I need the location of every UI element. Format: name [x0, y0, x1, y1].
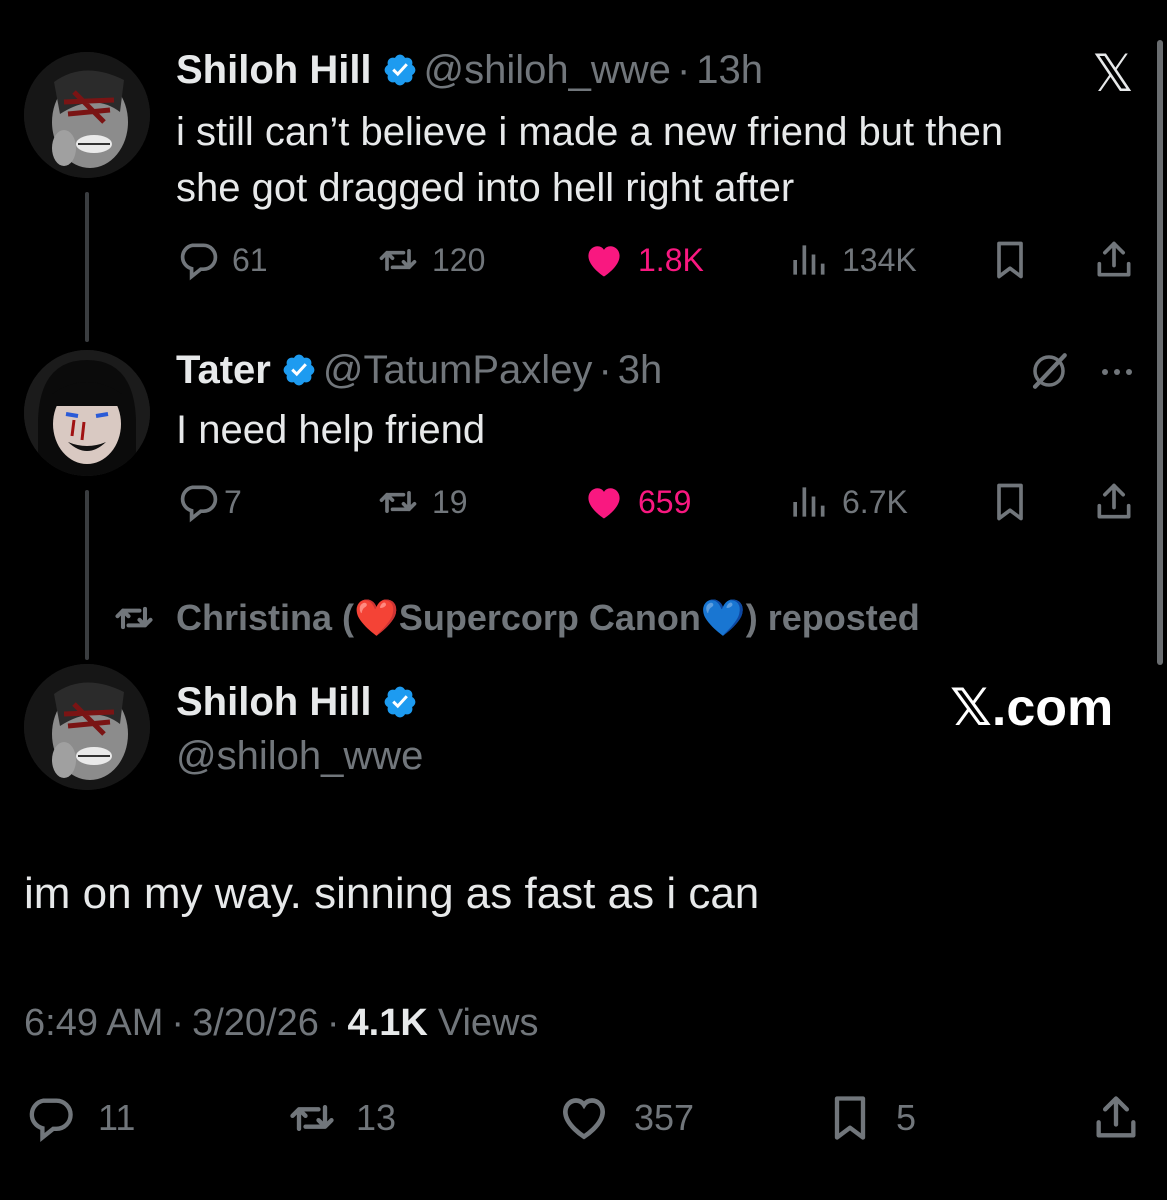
timestamp[interactable]: 13h [696, 48, 763, 93]
heart-icon [582, 480, 626, 524]
like-button[interactable]: 1.8K [582, 238, 704, 282]
views-button[interactable]: 6.7K [786, 480, 908, 524]
repost-icon [376, 238, 420, 282]
share-icon[interactable] [1090, 1092, 1142, 1144]
tweet-text: I need help friend [176, 408, 486, 452]
bookmark-count: 5 [896, 1097, 917, 1138]
repost-banner-middle: Supercorp Canon [398, 597, 701, 638]
tweet-date[interactable]: 3/20/26 [192, 1002, 319, 1045]
verified-icon [382, 684, 418, 720]
views-label: Views [437, 1001, 539, 1044]
bookmark-icon [824, 1092, 876, 1144]
repost-count: 13 [356, 1097, 397, 1138]
handle[interactable]: @TatumPaxley [323, 348, 593, 393]
reply-button[interactable]: 11 [24, 1092, 135, 1144]
scrollbar[interactable] [1157, 40, 1163, 665]
bookmark-icon[interactable] [988, 480, 1032, 524]
avatar-image [24, 664, 150, 790]
repost-count: 19 [432, 483, 468, 520]
tweet-time[interactable]: 6:49 AM [24, 1002, 163, 1045]
grok-icon[interactable] [1028, 350, 1070, 392]
like-count: 357 [634, 1097, 695, 1138]
repost-icon [112, 596, 156, 640]
repost-count: 120 [432, 241, 486, 278]
views-button[interactable]: 134K [786, 238, 917, 282]
reply-icon [176, 238, 220, 282]
verified-icon [281, 352, 317, 388]
blue-heart-emoji: 💙 [700, 597, 746, 638]
share-icon[interactable] [1092, 480, 1136, 524]
reply-icon [24, 1092, 76, 1144]
more-icon[interactable] [1096, 352, 1138, 392]
separator-dot: · [171, 1001, 185, 1044]
handle[interactable]: @shiloh_wwe [424, 48, 671, 93]
repost-button[interactable]: 13 [286, 1092, 396, 1144]
separator-dot: · [676, 47, 691, 92]
reply-button[interactable]: 61 [176, 238, 268, 282]
tweet-header: Tater @TatumPaxley · 3h [176, 344, 662, 396]
tweet-header: Shiloh Hill [176, 676, 424, 728]
like-button[interactable]: 357 [556, 1092, 694, 1144]
display-name[interactable]: Tater [176, 348, 271, 393]
avatar-image [24, 350, 150, 476]
views-icon [786, 238, 830, 282]
repost-banner-suffix: ) reposted [745, 597, 920, 638]
tweet-text: im on my way. sinning as fast as i can [24, 869, 760, 918]
repost-icon [286, 1092, 338, 1144]
red-heart-emoji: ❤️ [354, 597, 399, 638]
display-name[interactable]: Shiloh Hill [176, 680, 372, 725]
share-icon[interactable] [1092, 238, 1136, 282]
reply-icon [176, 480, 220, 524]
tweet-text: i still can’t believe i made a new frien… [176, 104, 1003, 216]
reply-count: 7 [224, 483, 242, 520]
repost-banner[interactable]: Christina ( ❤️ Supercorp Canon 💙 ) repos… [112, 594, 920, 642]
separator-dot: · [598, 347, 612, 392]
tweet-text-line: she got dragged into hell right after [176, 166, 795, 210]
repost-button[interactable]: 19 [376, 480, 468, 524]
reply-button[interactable]: 7 [176, 480, 242, 524]
views-count: 134K [842, 241, 917, 278]
avatar[interactable] [24, 52, 150, 178]
avatar-image [24, 52, 150, 178]
like-button[interactable]: 659 [582, 480, 691, 524]
display-name[interactable]: Shiloh Hill [176, 48, 372, 93]
like-count: 659 [638, 483, 692, 520]
repost-banner-prefix: Christina ( [176, 597, 355, 638]
repost-icon [376, 480, 420, 524]
heart-icon [556, 1090, 612, 1146]
views-count: 6.7K [842, 483, 908, 520]
thread-connector [85, 490, 89, 660]
x-logo-icon[interactable]: 𝕏 [1092, 48, 1134, 100]
separator-dot: · [326, 1001, 340, 1044]
views-icon [786, 480, 830, 524]
tweet-meta: 6:49 AM · 3/20/26 · 4.1K Views [24, 998, 539, 1048]
timestamp[interactable]: 3h [618, 348, 663, 393]
repost-button[interactable]: 120 [376, 238, 485, 282]
handle[interactable]: @shiloh_wwe [176, 732, 423, 780]
like-count: 1.8K [638, 241, 704, 278]
tweet-header: Shiloh Hill @shiloh_wwe · 13h [176, 44, 763, 96]
x-watermark: 𝕏.com [950, 679, 1114, 737]
bookmark-button[interactable]: 5 [824, 1092, 916, 1144]
views-count: 4.1K [347, 1001, 428, 1044]
bookmark-icon[interactable] [988, 238, 1032, 282]
reply-count: 61 [232, 241, 268, 278]
reply-count: 11 [98, 1097, 136, 1138]
avatar[interactable] [24, 350, 150, 476]
tweet-text-line: i still can’t believe i made a new frien… [176, 110, 1004, 154]
thread-connector [85, 192, 89, 342]
avatar[interactable] [24, 664, 150, 790]
heart-icon [582, 238, 626, 282]
verified-icon [382, 52, 418, 88]
